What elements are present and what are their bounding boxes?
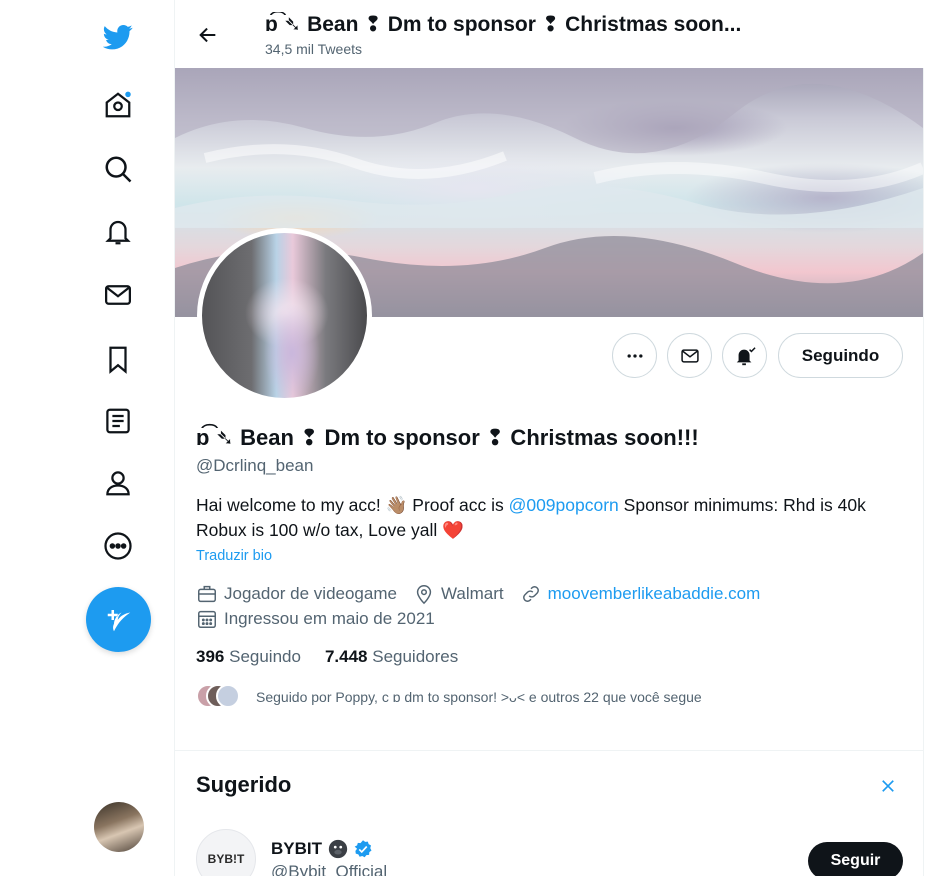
twitter-logo-icon[interactable] (101, 20, 135, 54)
follow-stats: 396 Seguindo 7.448 Seguidores (196, 647, 482, 667)
notify-button[interactable] (722, 333, 767, 378)
mutual-avatars (196, 684, 244, 710)
followers-label: Seguidores (372, 647, 459, 666)
suggested-title: Sugerido (196, 772, 292, 797)
location-text: Walmart (440, 584, 504, 603)
followers-stat[interactable]: 7.448 Seguidores (325, 647, 458, 667)
notifications-icon[interactable] (101, 215, 135, 249)
following-count: 396 (196, 647, 225, 666)
followed-by-row[interactable]: Seguido por Poppy, c ɒ dm to sponsor! >ᴗ… (196, 684, 702, 710)
profile-meta-row: Jogador de videogame Walmart moovemberli… (196, 583, 776, 605)
account-avatar[interactable] (94, 802, 144, 852)
mutual-avatar (216, 684, 240, 708)
bookmarks-icon[interactable] (101, 342, 135, 376)
website-link[interactable]: moovemberlikeabaddie.com (548, 584, 761, 604)
mail-icon (680, 348, 699, 363)
joined-item: Ingressou em maio de 2021 (196, 608, 435, 630)
suggested-account-name: BYBIT (271, 839, 322, 858)
back-button[interactable] (193, 20, 223, 50)
bio-mention-link[interactable]: @009popcorn (509, 495, 619, 515)
followers-count: 7.448 (324, 647, 368, 666)
profile-header-bar: ɒ͡ ➴ Bean ❢ Dm to sponsor ❢ Christmas so… (175, 0, 925, 68)
messages-icon[interactable] (101, 278, 135, 312)
gorilla-emoji-icon (328, 839, 348, 859)
profile-display-name: ɒ͡ ➴ Bean ❢ Dm to sponsor ❢ Christmas so… (196, 425, 699, 450)
website-item: moovemberlikeabaddie.com (520, 583, 761, 605)
following-button[interactable]: Seguindo (778, 333, 903, 378)
more-icon[interactable] (101, 529, 135, 563)
explore-icon[interactable] (101, 152, 135, 186)
dismiss-suggested-button[interactable] (875, 773, 901, 799)
following-stat[interactable]: 396 Seguindo (196, 647, 301, 667)
profile-bio: Hai welcome to my acc! 👋🏽 Proof acc is @… (196, 493, 896, 543)
location-pin-icon (416, 585, 432, 605)
more-options-button[interactable] (612, 333, 657, 378)
joined-row: Ingressou em maio de 2021 (196, 608, 451, 630)
close-icon (882, 780, 894, 792)
followed-by-text: Seguido por Poppy, c ɒ dm to sponsor! >ᴗ… (256, 689, 702, 705)
compose-tweet-icon (107, 609, 130, 631)
lists-icon[interactable] (101, 404, 135, 438)
home-icon[interactable] (101, 88, 135, 122)
following-label: Seguindo (229, 647, 301, 666)
category-item: Jogador de videogame (196, 583, 397, 605)
location-item: Walmart (413, 583, 504, 605)
more-dots-icon (627, 353, 642, 358)
header-display-name: ɒ͡ ➴ Bean ❢ Dm to sponsor ❢ Christmas so… (265, 13, 742, 36)
bio-text-start: Hai welcome to my acc! 👋🏽 Proof acc is (196, 495, 509, 515)
message-button[interactable] (667, 333, 712, 378)
translate-bio-link[interactable]: Traduzir bio (196, 548, 272, 564)
left-navigation (0, 0, 174, 876)
joined-text: Ingressou em maio de 2021 (224, 609, 435, 628)
bell-check-icon (736, 346, 756, 365)
section-divider (175, 750, 923, 751)
back-arrow-icon (199, 27, 216, 43)
suggested-avatar-logo: BYB!T (207, 852, 245, 866)
compose-tweet-button[interactable] (86, 587, 151, 652)
verified-badge-icon (354, 840, 372, 858)
suggested-account-name-row[interactable]: BYBIT (271, 838, 373, 860)
category-text: Jogador de videogame (224, 584, 397, 603)
suggested-account-avatar[interactable]: BYB!T (196, 829, 256, 876)
follow-button[interactable]: Seguir (808, 842, 903, 876)
link-icon (522, 586, 539, 602)
suggested-account-handle: @Bybit_Official (271, 862, 388, 876)
profile-handle: @Dcrlinq_bean (196, 456, 314, 475)
tweet-count: 34,5 mil Tweets (265, 41, 363, 57)
calendar-icon (198, 610, 216, 628)
profile-column: ɒ͡ ➴ Bean ❢ Dm to sponsor ❢ Christmas so… (174, 0, 925, 876)
profile-icon[interactable] (101, 466, 135, 500)
profile-avatar[interactable] (197, 228, 372, 403)
briefcase-icon (198, 585, 216, 603)
